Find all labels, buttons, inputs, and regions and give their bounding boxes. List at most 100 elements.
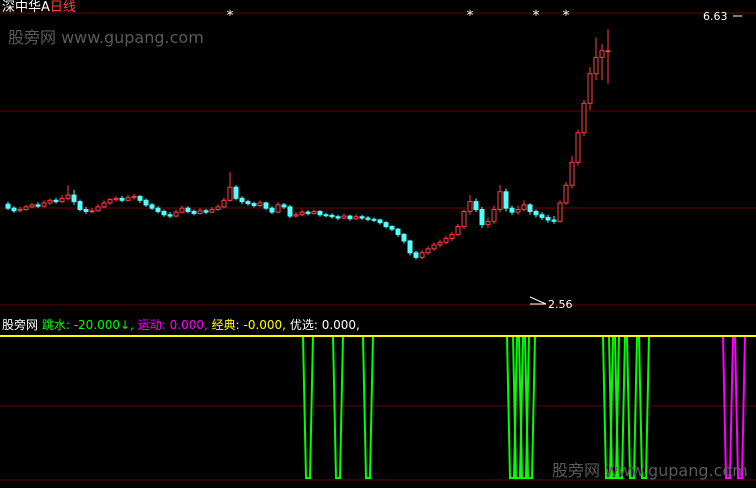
candle-body <box>71 194 77 203</box>
candle-body <box>239 197 245 203</box>
candle-body <box>233 186 239 199</box>
candle-body <box>437 241 443 246</box>
candle-body <box>269 207 275 213</box>
candle-body <box>179 207 185 213</box>
period-label: 日线 <box>49 0 76 15</box>
candle-body <box>173 211 179 217</box>
indicator-pulse <box>332 335 344 479</box>
candle-body <box>131 195 137 199</box>
candle-body <box>401 233 407 242</box>
candle-body <box>371 218 377 221</box>
candle-body <box>569 161 575 186</box>
candle-body <box>53 199 59 203</box>
candle-body <box>245 201 251 205</box>
candle-body <box>479 208 485 226</box>
candle-body <box>335 216 341 219</box>
candle-body <box>89 210 95 213</box>
high-price-label: 6.63 <box>703 10 728 23</box>
candle-body <box>257 202 263 207</box>
candle-body <box>83 208 89 212</box>
candle-body <box>605 50 611 53</box>
candle-body <box>221 199 227 208</box>
star-marker: * <box>563 8 570 24</box>
candle-body <box>389 226 395 230</box>
grid-lines <box>0 12 756 481</box>
candle-body <box>203 210 209 213</box>
candle-body <box>521 204 527 210</box>
candle-body <box>11 207 17 212</box>
candle-body <box>443 237 449 243</box>
candle-body <box>23 206 29 210</box>
candle-body <box>305 211 311 214</box>
candle-body <box>377 219 383 224</box>
indicator-source: 股旁网 <box>2 318 39 332</box>
indicator-pulse <box>362 335 374 479</box>
indicator-pulse <box>722 335 734 479</box>
candle-body <box>545 216 551 221</box>
candle-body <box>359 216 365 219</box>
candle-body <box>425 248 431 254</box>
candle-body <box>593 56 599 75</box>
candle-body <box>485 220 491 226</box>
candle-body <box>77 201 83 210</box>
candle-body <box>155 207 161 212</box>
indicator-pulse <box>734 335 746 479</box>
low-price-arrow <box>529 296 547 305</box>
candle-body <box>101 202 107 208</box>
candle-body <box>383 222 389 228</box>
candle-body <box>125 197 131 201</box>
indicator-pulse <box>626 335 638 479</box>
candle-body <box>587 73 593 104</box>
candle-body <box>251 203 257 207</box>
star-marker: * <box>533 8 540 24</box>
star-marker: * <box>227 8 234 24</box>
candle-body <box>293 214 299 217</box>
candle-body <box>329 214 335 218</box>
candle-body <box>515 208 521 213</box>
candle-body <box>407 240 413 254</box>
candle-body <box>209 208 215 213</box>
indicator-item-classic: 经典: -0.000, <box>211 318 286 332</box>
candle-body <box>5 203 11 209</box>
candle-body <box>47 199 53 204</box>
candle-body <box>281 204 287 208</box>
candle-body <box>35 204 41 207</box>
candle-body <box>317 210 323 216</box>
candle-body <box>287 206 293 217</box>
price-candles <box>5 29 611 260</box>
candle-body <box>65 194 71 199</box>
candle-body <box>395 228 401 235</box>
candle-body <box>455 226 461 235</box>
candle-body <box>29 204 35 208</box>
candle-body <box>59 197 65 203</box>
candle-body <box>491 208 497 222</box>
candle-body <box>167 214 173 217</box>
indicator-pulse <box>638 335 650 479</box>
signal-markers: * * * * <box>227 8 570 24</box>
candle-body <box>17 208 23 212</box>
star-marker: * <box>467 8 474 24</box>
watermark-top: 股旁网 www.gupang.com <box>8 28 204 47</box>
candle-body <box>227 186 233 201</box>
candle-body <box>137 195 143 201</box>
candlestick-chart[interactable]: * * * * <box>0 0 756 488</box>
candle-body <box>413 252 419 258</box>
candle-body <box>353 216 359 220</box>
watermark-bottom: 股旁网 www.gupang.com <box>552 461 748 480</box>
candle-body <box>473 201 479 210</box>
candle-body <box>551 219 557 222</box>
candle-body <box>563 184 569 204</box>
indicator-item-dive: 跳水: -20.000↓, <box>41 318 134 332</box>
candle-body <box>161 210 167 216</box>
candle-body <box>347 215 353 220</box>
candle-body <box>323 214 329 217</box>
candle-body <box>299 211 305 216</box>
indicator-item-preferred: 优选: 0.000, <box>289 318 360 332</box>
candle-body <box>509 207 515 213</box>
candle-body <box>527 204 533 212</box>
low-price-label: 2.56 <box>548 298 573 311</box>
candle-body <box>107 199 113 204</box>
candle-body <box>215 206 221 210</box>
candle-body <box>149 204 155 209</box>
candle-body <box>449 233 455 239</box>
